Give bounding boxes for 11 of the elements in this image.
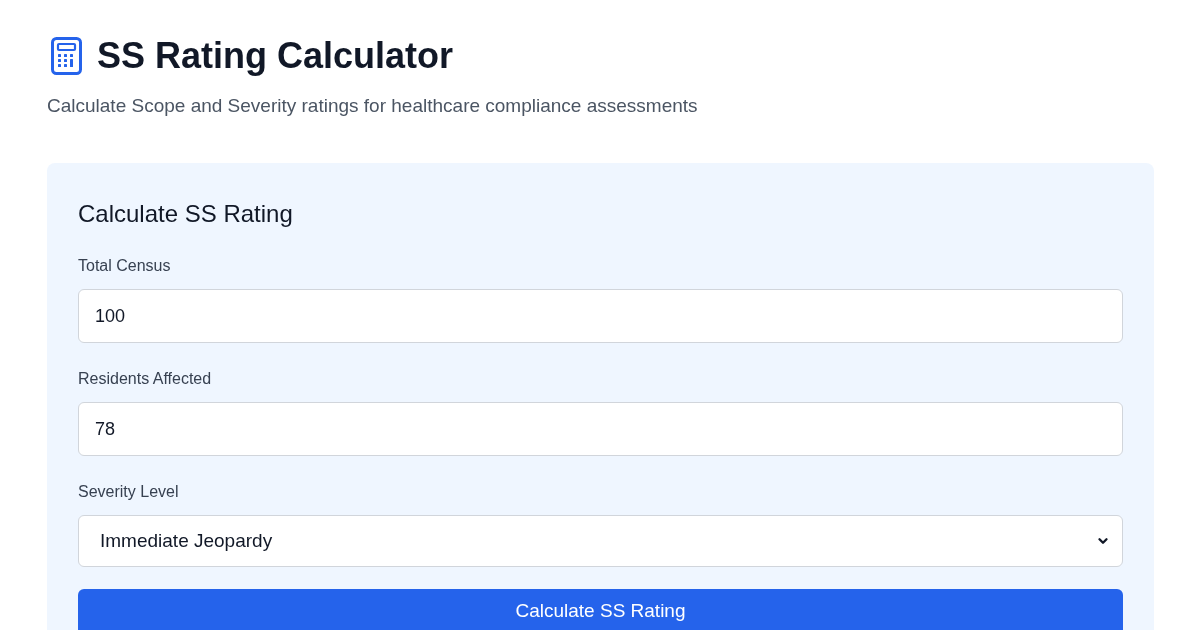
page-subtitle: Calculate Scope and Severity ratings for healthcare compliance assessments [47, 94, 699, 118]
field-label: Total Census [78, 256, 172, 276]
field-label: Residents Affected [78, 369, 213, 389]
calculator-icon [51, 37, 82, 75]
page-title: SS Rating Calculator [97, 34, 454, 78]
calculate-button[interactable]: Calculate SS Rating [78, 589, 1123, 630]
input-field[interactable]: 78 [78, 402, 1123, 456]
form-title: Calculate SS Rating [78, 199, 294, 229]
field-label: Severity Level [78, 482, 180, 502]
severity-select[interactable]: Immediate Jeopardy [78, 515, 1123, 567]
input-field[interactable]: 100 [78, 289, 1123, 343]
